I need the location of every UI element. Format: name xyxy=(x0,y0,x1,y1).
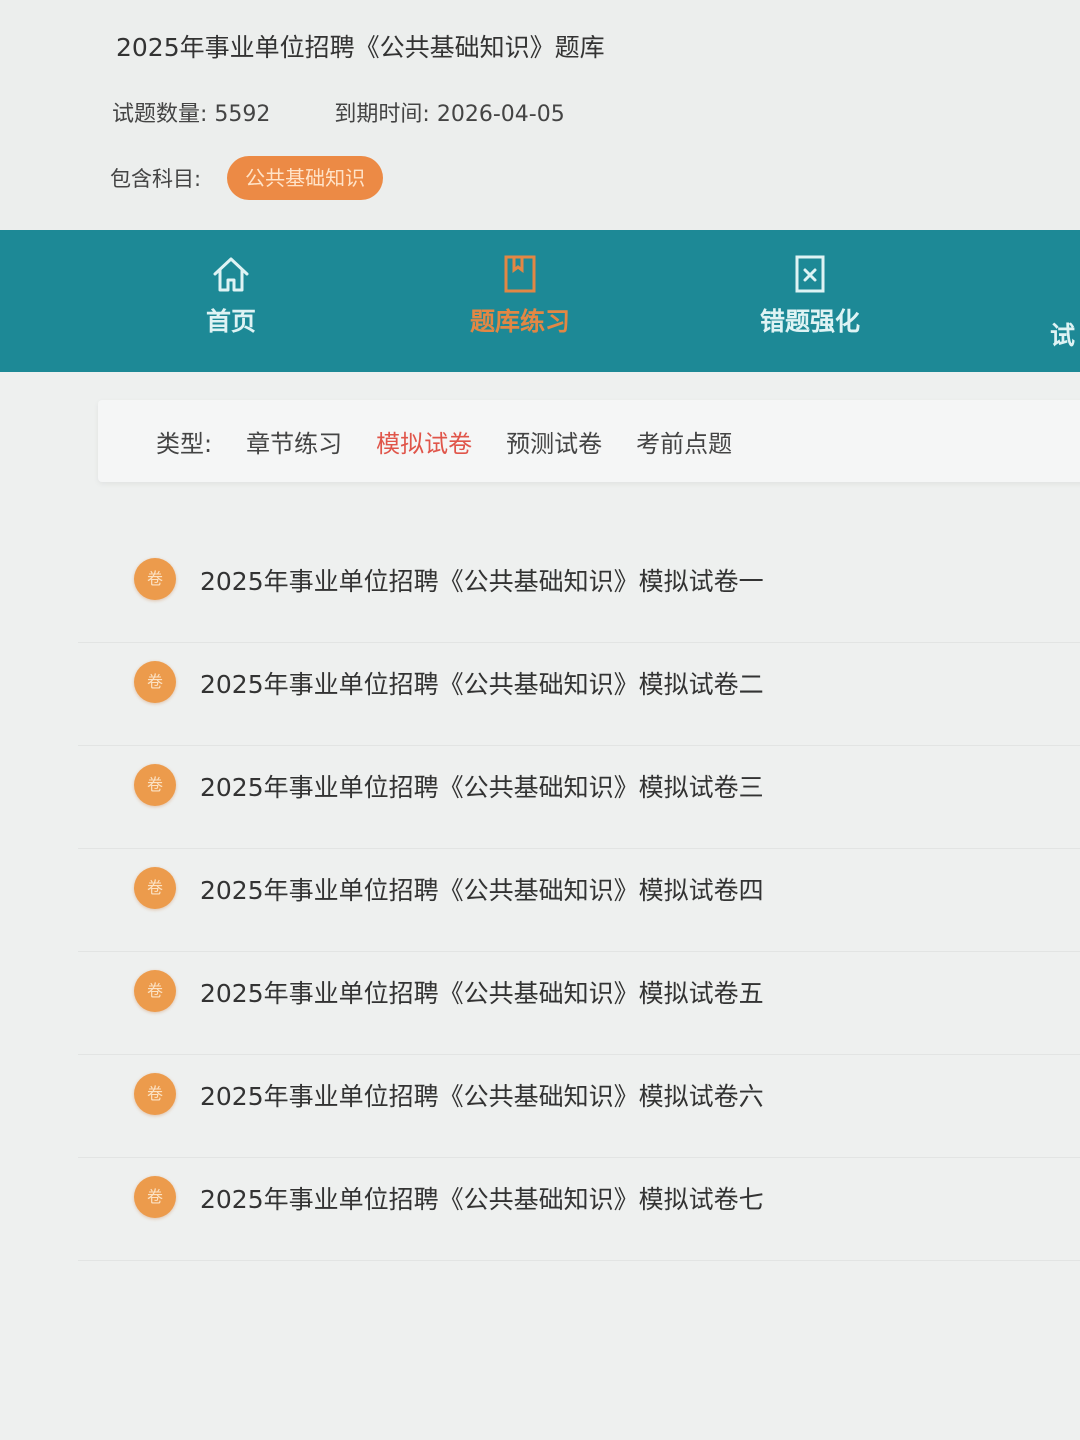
bank-info-panel: 2025年事业单位招聘《公共基础知识》题库 试题数量: 5592 到期时间: 2… xyxy=(0,0,1080,232)
paper-list: 卷 2025年事业单位招聘《公共基础知识》模拟试卷一 卷 2025年事业单位招聘… xyxy=(0,540,1080,1261)
nav-label-mistakes: 错题强化 xyxy=(760,307,861,336)
meta-row: 试题数量: 5592 到期时间: 2026-04-05 xyxy=(112,96,565,128)
paper-title[interactable]: 2025年事业单位招聘《公共基础知识》模拟试卷二 xyxy=(200,665,764,701)
expiry-label: 到期时间: xyxy=(334,102,430,127)
type-filter-bar: 类型: 章节练习 模拟试卷 预测试卷 考前点题 xyxy=(98,400,1080,482)
subject-row: 包含科目: 公共基础知识 xyxy=(110,156,384,200)
question-count: 5592 xyxy=(214,102,271,127)
filter-option-mock[interactable]: 模拟试卷 xyxy=(376,424,472,459)
nav-item-practice[interactable]: 题库练习 xyxy=(470,252,570,338)
paper-item[interactable]: 卷 2025年事业单位招聘《公共基础知识》模拟试卷七 xyxy=(78,1158,1080,1261)
nav-item-exam[interactable]: 试 xyxy=(1050,316,1075,352)
wrong-question-icon xyxy=(795,255,825,293)
nav-label-exam: 试 xyxy=(1050,321,1076,350)
question-count-label: 试题数量: xyxy=(112,102,208,127)
subjects-label: 包含科目: xyxy=(110,167,202,191)
paper-badge-icon: 卷 xyxy=(134,764,176,806)
paper-badge-icon: 卷 xyxy=(134,970,176,1012)
book-icon xyxy=(504,255,536,293)
expiry-date: 2026-04-05 xyxy=(436,102,565,127)
paper-title[interactable]: 2025年事业单位招聘《公共基础知识》模拟试卷五 xyxy=(200,974,764,1010)
paper-title[interactable]: 2025年事业单位招聘《公共基础知识》模拟试卷四 xyxy=(200,871,764,907)
paper-badge-icon: 卷 xyxy=(134,1073,176,1115)
paper-item[interactable]: 卷 2025年事业单位招聘《公共基础知识》模拟试卷五 xyxy=(78,952,1080,1055)
subject-tag[interactable]: 公共基础知识 xyxy=(227,156,384,200)
paper-item[interactable]: 卷 2025年事业单位招聘《公共基础知识》模拟试卷三 xyxy=(78,746,1080,849)
paper-item[interactable]: 卷 2025年事业单位招聘《公共基础知识》模拟试卷四 xyxy=(78,849,1080,952)
nav-item-home[interactable]: 首页 xyxy=(206,252,256,338)
paper-title[interactable]: 2025年事业单位招聘《公共基础知识》模拟试卷一 xyxy=(200,562,764,598)
nav-label-home: 首页 xyxy=(206,307,257,336)
paper-badge-icon: 卷 xyxy=(134,1176,176,1218)
main-nav-bar: 首页 题库练习 错题强化 试 xyxy=(0,230,1080,372)
filter-option-chapter[interactable]: 章节练习 xyxy=(246,424,342,459)
paper-item[interactable]: 卷 2025年事业单位招聘《公共基础知识》模拟试卷六 xyxy=(78,1055,1080,1158)
paper-title[interactable]: 2025年事业单位招聘《公共基础知识》模拟试卷七 xyxy=(200,1180,764,1216)
paper-badge-icon: 卷 xyxy=(134,558,176,600)
paper-title[interactable]: 2025年事业单位招聘《公共基础知识》模拟试卷六 xyxy=(200,1077,764,1113)
paper-title[interactable]: 2025年事业单位招聘《公共基础知识》模拟试卷三 xyxy=(200,768,764,804)
paper-item[interactable]: 卷 2025年事业单位招聘《公共基础知识》模拟试卷二 xyxy=(78,643,1080,746)
paper-badge-icon: 卷 xyxy=(134,661,176,703)
paper-badge-icon: 卷 xyxy=(134,867,176,909)
filter-option-forecast[interactable]: 预测试卷 xyxy=(506,424,602,459)
nav-item-mistakes[interactable]: 错题强化 xyxy=(760,252,860,338)
page-title: 2025年事业单位招聘《公共基础知识》题库 xyxy=(116,33,605,62)
filter-option-pre-exam[interactable]: 考前点题 xyxy=(636,424,732,459)
home-icon xyxy=(213,257,249,292)
nav-label-practice: 题库练习 xyxy=(470,307,571,336)
filter-label: 类型: xyxy=(156,429,213,458)
paper-item[interactable]: 卷 2025年事业单位招聘《公共基础知识》模拟试卷一 xyxy=(78,540,1080,643)
